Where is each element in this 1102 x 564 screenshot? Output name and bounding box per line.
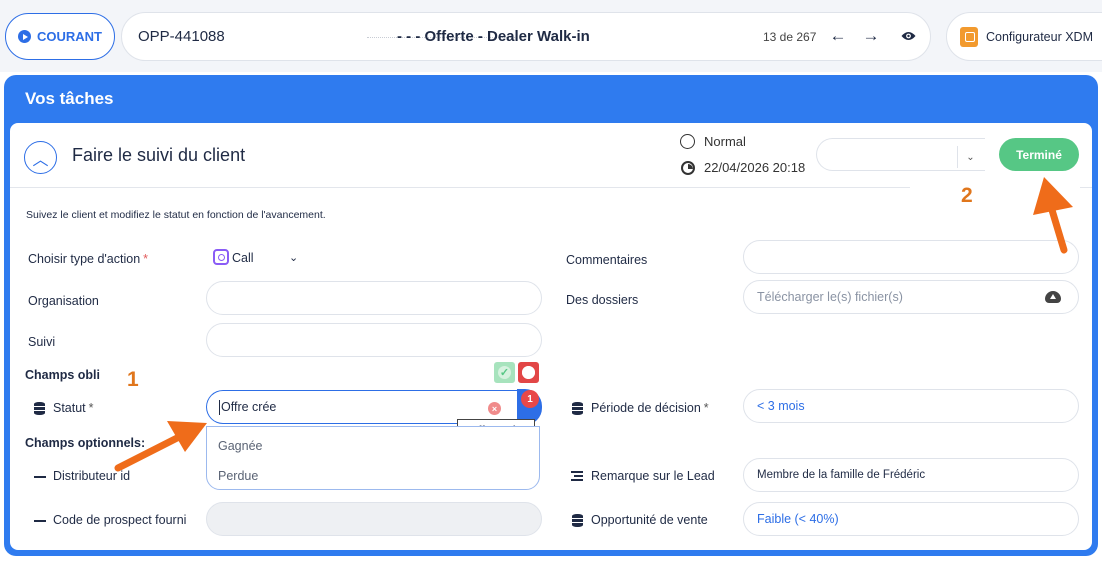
annotation-arrows — [114, 177, 1073, 472]
annotation-arrow-1 — [114, 421, 207, 472]
annotation-arrow-2 — [1033, 177, 1073, 254]
